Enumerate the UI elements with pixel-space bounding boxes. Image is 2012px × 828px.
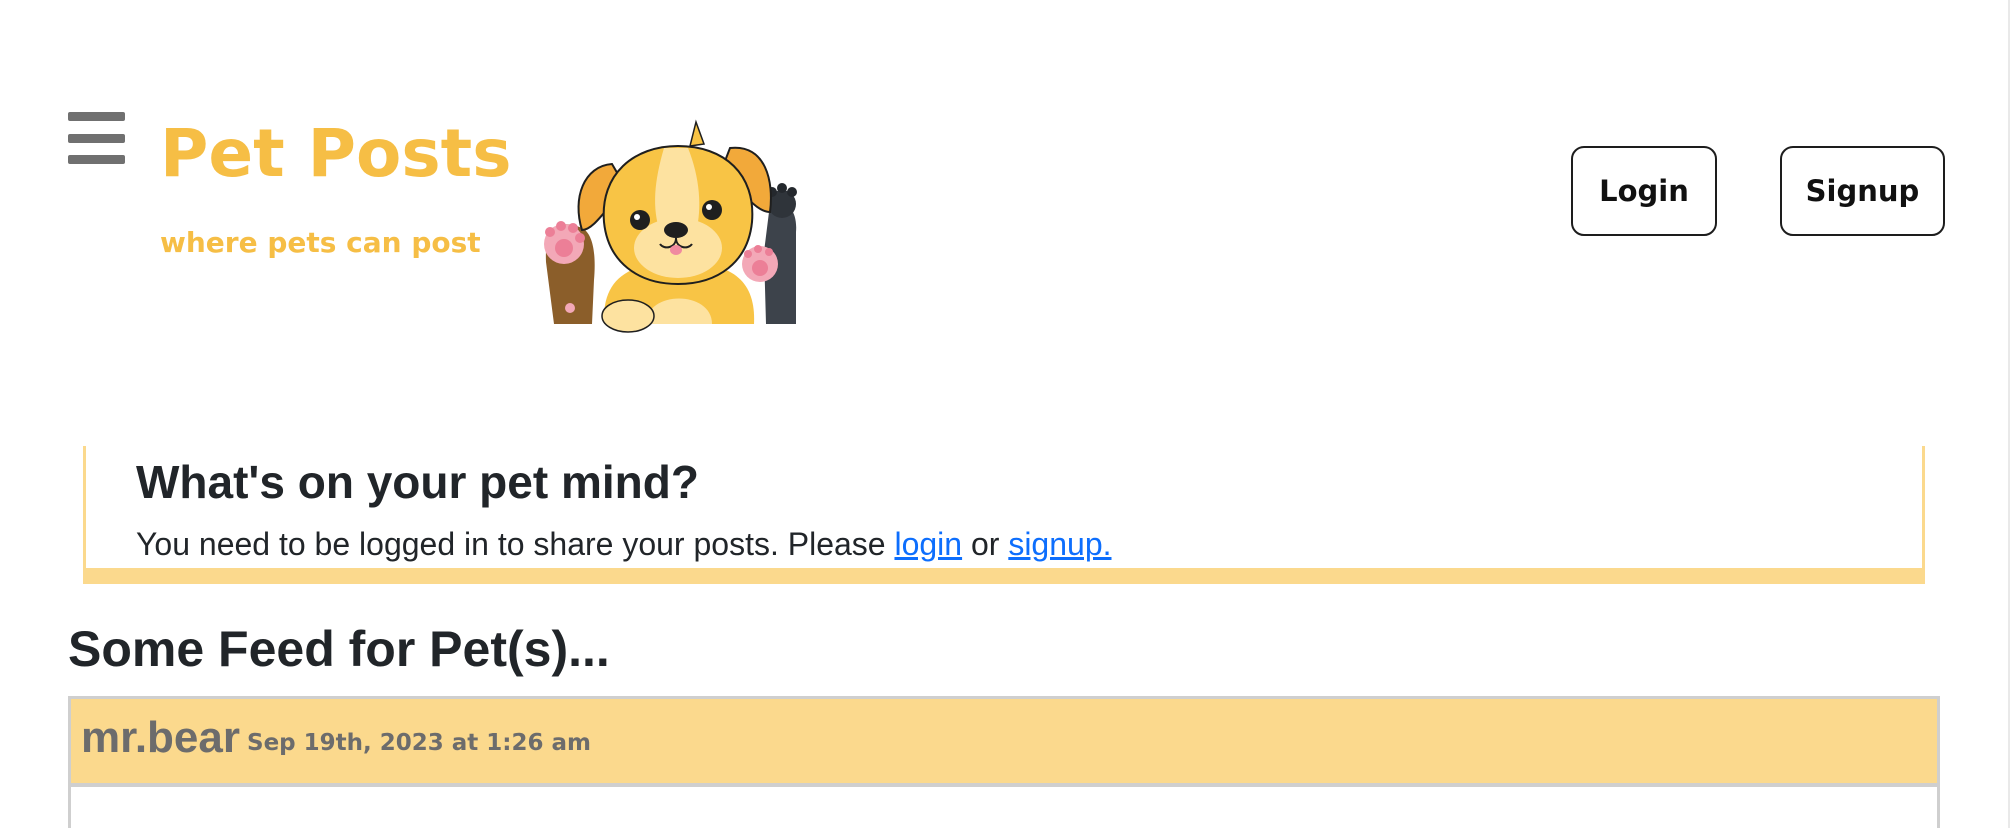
prompt-title: What's on your pet mind? <box>136 456 699 508</box>
puppy-mascot-icon <box>544 119 797 333</box>
site-title[interactable]: Pet Posts <box>160 110 512 198</box>
hamburger-menu-icon[interactable] <box>68 112 125 164</box>
post-author[interactable]: mr.bear <box>81 709 240 767</box>
login-button[interactable]: Login <box>1571 146 1717 236</box>
prompt-text-start: You need to be logged in to share your p… <box>136 526 895 562</box>
post-prompt-card: What's on your pet mind? You need to be … <box>83 446 1925 584</box>
site-tagline: where pets can post <box>160 226 481 259</box>
post-header: mr.bear Sep 19th, 2023 at 1:26 am <box>71 699 1937 787</box>
prompt-text-middle: or <box>962 526 1009 562</box>
page: Pet Posts where pets can post Login Sign… <box>0 0 2012 828</box>
login-link[interactable]: login <box>894 526 962 562</box>
window-edge <box>2008 0 2010 828</box>
prompt-message: You need to be logged in to share your p… <box>136 524 1112 564</box>
signup-link[interactable]: signup. <box>1008 526 1111 562</box>
post-card: mr.bear Sep 19th, 2023 at 1:26 am <box>68 696 1940 828</box>
signup-button[interactable]: Signup <box>1780 146 1945 236</box>
post-timestamp: Sep 19th, 2023 at 1:26 am <box>247 730 592 756</box>
feed-title: Some Feed for Pet(s)... <box>68 621 610 677</box>
